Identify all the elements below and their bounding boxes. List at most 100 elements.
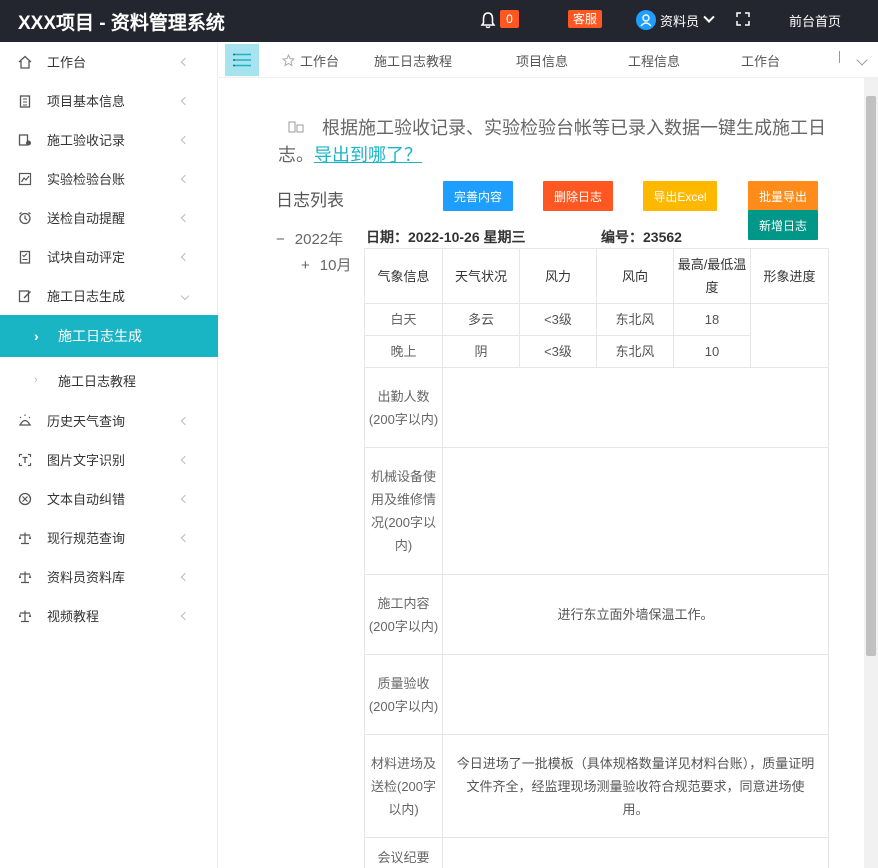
- chevron-left-icon: [180, 611, 190, 620]
- check-circle-icon: [18, 492, 32, 506]
- chevron-left-icon: [180, 572, 190, 581]
- section-content[interactable]: [442, 837, 829, 868]
- sidebar-item-label: 现行规范查询: [47, 531, 126, 546]
- section-label: 施工内容(200字以内): [364, 574, 443, 655]
- tree-node-label: 2022年: [294, 231, 344, 248]
- new-log-button[interactable]: 新增日志: [748, 210, 818, 240]
- table-row: 机械设备使用及维修情况(200字以内): [364, 447, 829, 575]
- tree-node-label: 10月: [319, 257, 352, 274]
- sidebar-item-label: 图片文字识别: [47, 453, 126, 468]
- sidebar-item-ocr[interactable]: 图片文字识别: [0, 440, 218, 479]
- export-location-link[interactable]: 导出到哪了？: [314, 145, 422, 165]
- chevron-left-icon: [180, 57, 190, 66]
- scrollbar-thumb[interactable]: [866, 96, 876, 656]
- document-icon: [288, 121, 304, 133]
- sidebar-item-weather-history[interactable]: 历史天气查询: [0, 401, 218, 440]
- text-scan-icon: [18, 453, 32, 467]
- tab-scroll-icon: [839, 51, 840, 63]
- sidebar-item-inspection-reminder[interactable]: 送检自动提醒: [0, 198, 218, 237]
- chevron-left-icon: [180, 252, 190, 261]
- top-header: XXX项目 - 资料管理系统 0 客服 资料员 前台首页: [0, 0, 878, 42]
- tree-node-year[interactable]: −2022年: [276, 228, 343, 249]
- temperature: 18: [673, 303, 751, 336]
- tab-project-info[interactable]: 项目信息: [516, 51, 568, 70]
- chevron-right-icon: ›: [34, 374, 38, 386]
- tab-engineering-info[interactable]: 工程信息: [628, 51, 680, 70]
- scale-icon: [18, 609, 32, 623]
- weather-icon: [18, 414, 32, 428]
- sidebar-item-label: 工作台: [47, 55, 87, 70]
- user-name: 资料员: [660, 13, 700, 29]
- chevron-left-icon: [180, 96, 190, 105]
- sidebar-item-specimen-evaluation[interactable]: 试块自动评定: [0, 237, 218, 276]
- chevron-left-icon: [180, 135, 190, 144]
- notification-badge: 0: [500, 10, 519, 28]
- table-row: 出勤人数(200字以内): [364, 367, 829, 448]
- chevron-down-icon[interactable]: [856, 54, 868, 66]
- user-avatar-icon: [636, 10, 656, 30]
- delete-log-button[interactable]: 删除日志: [543, 181, 613, 211]
- stamp-icon: [18, 133, 32, 147]
- chevron-left-icon: [180, 494, 190, 503]
- chevron-right-icon: ›: [34, 328, 39, 344]
- checklist-icon: [18, 250, 32, 264]
- sidebar-item-label: 资料员资料库: [47, 570, 126, 585]
- sidebar-item-text-correction[interactable]: 文本自动纠错: [0, 479, 218, 518]
- column-header: 气象信息: [364, 248, 443, 304]
- user-menu[interactable]: 资料员: [636, 9, 715, 31]
- complete-content-button[interactable]: 完善内容: [443, 181, 513, 211]
- expand-icon: +: [301, 257, 310, 274]
- column-header: 风向: [596, 248, 674, 304]
- sidebar-item-project-info[interactable]: 项目基本信息: [0, 81, 218, 120]
- chevron-left-icon: [180, 174, 190, 183]
- weather-period: 晚上: [364, 335, 443, 368]
- section-content[interactable]: 进行东立面外墙保温工作。: [442, 574, 829, 655]
- tab-log-tutorial[interactable]: 施工日志教程: [374, 51, 452, 70]
- sidebar-item-document-library[interactable]: 资料员资料库: [0, 557, 218, 596]
- sidebar-item-test-ledger[interactable]: 实验检验台账: [0, 159, 218, 198]
- collapse-icon: −: [276, 231, 285, 248]
- log-date: 日期：2022-10-26 星期三: [366, 229, 526, 245]
- section-content[interactable]: [442, 447, 829, 575]
- sidebar-item-video-tutorial[interactable]: 视频教程: [0, 596, 218, 635]
- weather-period: 白天: [364, 303, 443, 336]
- app-title: XXX项目 - 资料管理系统: [18, 13, 225, 34]
- support-button[interactable]: 客服: [568, 10, 603, 28]
- section-content[interactable]: [442, 654, 829, 735]
- tab-workbench[interactable]: 工作台: [282, 51, 339, 70]
- sidebar-item-standards-query[interactable]: 现行规范查询: [0, 518, 218, 557]
- sidebar-subitem-log-generation[interactable]: › 施工日志生成: [0, 315, 218, 357]
- sidebar-subitem-log-tutorial[interactable]: › 施工日志教程: [0, 360, 218, 400]
- section-content[interactable]: [442, 367, 829, 448]
- batch-export-button[interactable]: 批量导出: [748, 181, 818, 211]
- chart-icon: [18, 172, 32, 186]
- scrollbar[interactable]: [864, 78, 878, 868]
- hamburger-icon: [233, 53, 251, 67]
- sidebar-item-label: 施工日志生成: [47, 289, 126, 304]
- sidebar-item-label: 施工验收记录: [47, 133, 126, 148]
- front-home-link[interactable]: 前台首页: [789, 11, 841, 30]
- chevron-left-icon: [180, 213, 190, 222]
- sidebar: 工作台 项目基本信息 施工验收记录 实验检验台账 送检自动提醒 试块自动评定 施…: [0, 42, 218, 868]
- tree-node-month[interactable]: +10月: [301, 254, 351, 275]
- sidebar-item-workbench[interactable]: 工作台: [0, 42, 218, 81]
- log-list-title: 日志列表: [276, 191, 344, 210]
- sidebar-subitem-label: 施工日志生成: [58, 328, 142, 344]
- clipboard-icon: [18, 94, 32, 108]
- weather-condition: 多云: [442, 303, 520, 336]
- log-number: 编号：23562: [601, 229, 682, 245]
- section-label: 会议纪要: [364, 837, 443, 868]
- fullscreen-icon[interactable]: [736, 12, 750, 26]
- wind-force: <3级: [519, 303, 597, 336]
- menu-toggle-button[interactable]: [225, 44, 259, 76]
- tab-workbench-2[interactable]: 工作台: [741, 51, 780, 70]
- section-content[interactable]: 今日进场了一批模板（具体规格数量详见材料台账），质量证明文件齐全，经监理现场测量…: [442, 734, 829, 838]
- sidebar-item-log-generation[interactable]: 施工日志生成: [0, 276, 218, 315]
- chevron-left-icon: [180, 533, 190, 542]
- sidebar-item-label: 文本自动纠错: [47, 492, 126, 507]
- chevron-down-icon: [180, 291, 190, 300]
- bell-icon[interactable]: [480, 11, 496, 29]
- tab-overflow-indicator[interactable]: [838, 50, 852, 68]
- export-excel-button[interactable]: 导出Excel: [643, 181, 717, 211]
- sidebar-item-acceptance-records[interactable]: 施工验收记录: [0, 120, 218, 159]
